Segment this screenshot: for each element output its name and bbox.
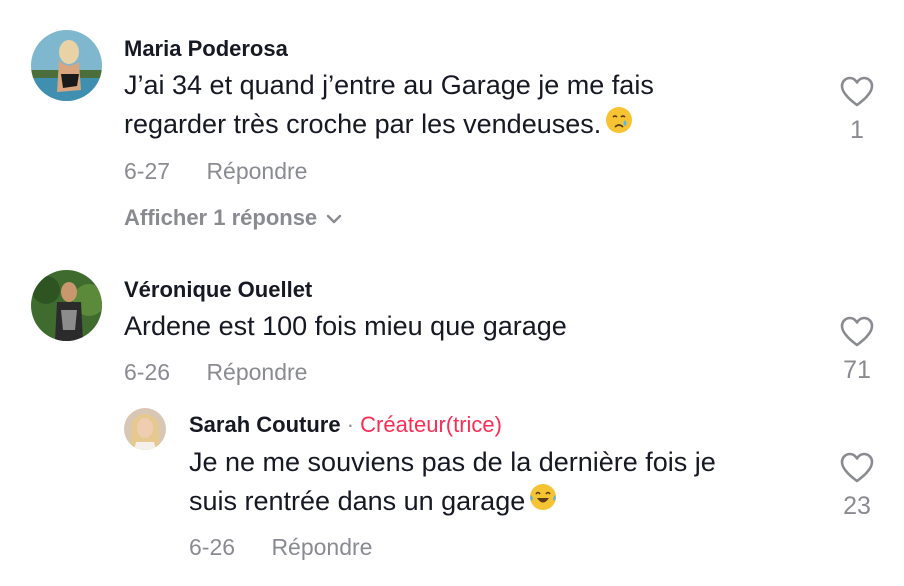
separator-dot: · xyxy=(346,412,355,437)
reply-button[interactable]: Répondre xyxy=(206,158,307,185)
crying-face-emoji-icon xyxy=(605,106,633,145)
tears-of-joy-emoji-icon xyxy=(529,483,557,522)
comment-date: 6-27 xyxy=(124,158,171,184)
reply-text-segment: suis rentrée dans un garage xyxy=(189,486,526,516)
comment-author[interactable]: Véronique Ouellet xyxy=(124,277,312,303)
comment-author[interactable]: Maria Poderosa xyxy=(124,36,288,62)
heart-icon xyxy=(840,316,874,347)
show-replies-label: Afficher 1 réponse xyxy=(124,205,318,230)
like-count: 71 xyxy=(843,356,871,384)
avatar[interactable] xyxy=(31,30,102,101)
reply-date: 6-26 xyxy=(189,534,236,560)
comment-text-line: J’ai 34 et quand j’entre au Garage je me… xyxy=(124,70,654,100)
comment-text-line: Ardene est 100 fois mieu que garage xyxy=(124,311,567,341)
reply-text-line: Je ne me souviens pas de la dernière foi… xyxy=(189,447,716,477)
avatar[interactable] xyxy=(31,270,102,341)
like-button[interactable]: 71 xyxy=(832,316,882,385)
comment-text-line: regarder très croche par les vendeuses. xyxy=(124,105,654,145)
like-count: 1 xyxy=(850,116,864,144)
comment-text: Ardene est 100 fois mieu que garage xyxy=(124,307,567,346)
comment-text: J’ai 34 et quand j’entre au Garage je me… xyxy=(124,66,654,145)
chevron-down-icon xyxy=(326,214,342,224)
comment-meta: 6-27 Répondre xyxy=(124,158,307,185)
show-replies-button[interactable]: Afficher 1 réponse xyxy=(124,205,343,231)
reply-text-line: suis rentrée dans un garage xyxy=(189,482,716,522)
like-button[interactable]: 1 xyxy=(832,76,882,145)
like-button[interactable]: 23 xyxy=(832,452,882,521)
comment-date: 6-26 xyxy=(124,359,171,385)
heart-icon xyxy=(840,452,874,483)
reply-author[interactable]: Sarah Couture xyxy=(189,412,341,437)
reply-header: Sarah Couture · Créateur(trice) xyxy=(189,412,502,438)
reply-button[interactable]: Répondre xyxy=(206,359,307,386)
like-count: 23 xyxy=(843,492,871,520)
avatar[interactable] xyxy=(124,408,166,450)
reply-text: Je ne me souviens pas de la dernière foi… xyxy=(189,443,716,522)
creator-badge: Créateur(trice) xyxy=(360,412,502,437)
comment-text-segment: regarder très croche par les vendeuses. xyxy=(124,109,602,139)
comment-meta: 6-26 Répondre xyxy=(124,359,307,386)
heart-icon xyxy=(840,76,874,107)
reply-button[interactable]: Répondre xyxy=(271,534,372,561)
reply-meta: 6-26 Répondre xyxy=(189,534,372,561)
